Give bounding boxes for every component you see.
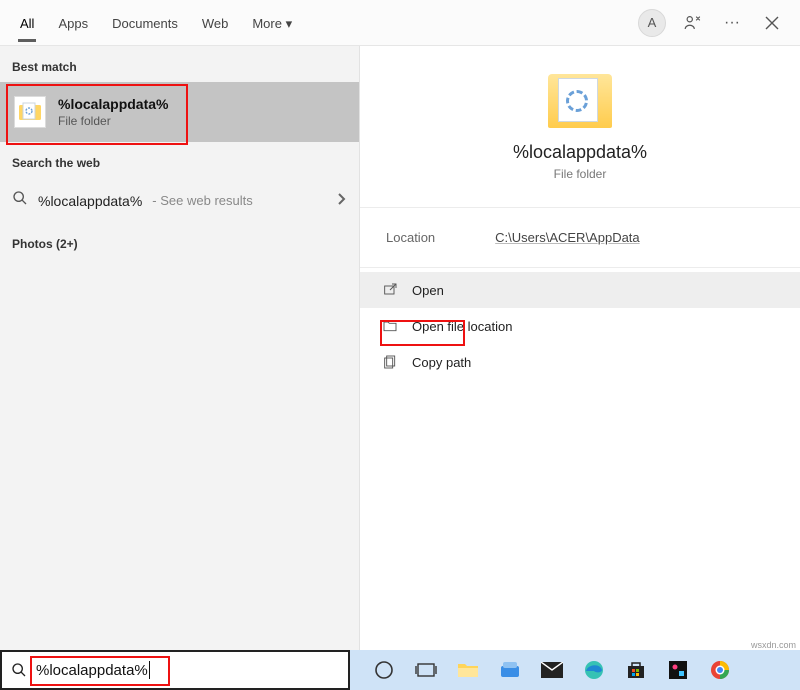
web-hint: - See web results (152, 193, 252, 208)
location-value[interactable]: C:\Users\ACER\AppData (495, 230, 640, 245)
taskbar-search-box[interactable]: %localappdata% (0, 650, 350, 690)
taskbar: %localappdata% (0, 650, 800, 690)
tab-all[interactable]: All (8, 4, 46, 41)
app-icon-1[interactable] (498, 658, 522, 682)
action-copy-path[interactable]: Copy path (360, 344, 800, 380)
app-icon-2[interactable] (666, 658, 690, 682)
results-panel: Best match %localappdata% File folder Se… (0, 46, 360, 650)
folder-icon (14, 96, 46, 128)
file-explorer-icon[interactable] (456, 658, 480, 682)
search-tab-bar: All Apps Documents Web More ▾ A ··· (0, 0, 800, 46)
search-web-result[interactable]: %localappdata% - See web results (0, 178, 359, 223)
cortana-icon[interactable] (372, 658, 396, 682)
folder-large-icon (548, 74, 612, 128)
attribution-text: wsxdn.com (751, 640, 796, 650)
chevron-down-icon: ▾ (286, 16, 293, 31)
preview-panel: %localappdata% File folder Location C:\U… (360, 46, 800, 650)
result-title: %localappdata% (58, 96, 168, 112)
photos-heading[interactable]: Photos (2+) (0, 223, 359, 259)
feedback-icon[interactable] (672, 3, 712, 43)
preview-subtitle: File folder (554, 167, 607, 181)
tab-documents[interactable]: Documents (100, 4, 190, 41)
text-caret (149, 661, 150, 679)
more-options-button[interactable]: ··· (712, 3, 752, 43)
action-open-file-location[interactable]: Open file location (360, 308, 800, 344)
task-view-icon[interactable] (414, 658, 438, 682)
search-input-value[interactable]: %localappdata% (36, 662, 148, 679)
mail-icon[interactable] (540, 658, 564, 682)
store-icon[interactable] (624, 658, 648, 682)
location-label: Location (386, 230, 435, 245)
edge-icon[interactable] (582, 658, 606, 682)
chrome-icon[interactable] (708, 658, 732, 682)
account-avatar[interactable]: A (632, 3, 672, 43)
best-match-heading: Best match (0, 46, 359, 82)
search-icon (2, 662, 36, 678)
web-term: %localappdata% (38, 193, 142, 209)
tab-apps[interactable]: Apps (46, 4, 100, 41)
tab-more[interactable]: More ▾ (240, 4, 304, 42)
close-button[interactable] (752, 3, 792, 43)
search-icon (12, 190, 28, 211)
chevron-right-icon[interactable] (335, 192, 347, 210)
best-match-result[interactable]: %localappdata% File folder (0, 82, 359, 142)
action-open[interactable]: Open (360, 272, 800, 308)
preview-title: %localappdata% (513, 142, 647, 163)
result-subtitle: File folder (58, 114, 168, 128)
tab-web[interactable]: Web (190, 4, 241, 41)
search-web-heading: Search the web (0, 142, 359, 178)
